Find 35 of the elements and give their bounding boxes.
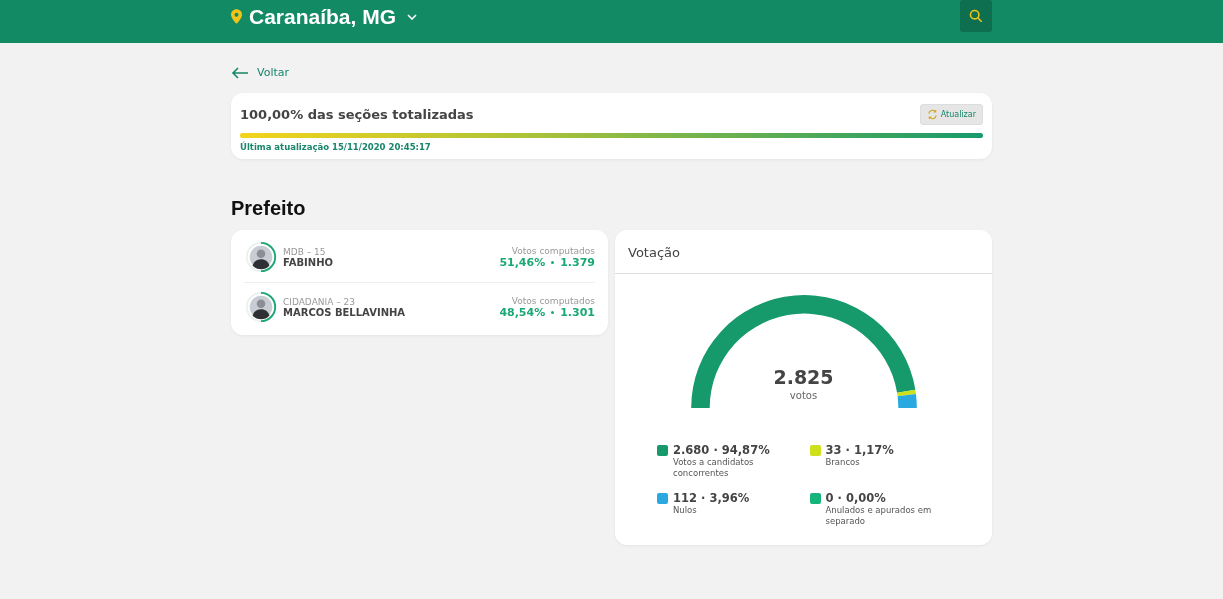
total-votes: 2.825 bbox=[773, 366, 834, 388]
search-button[interactable] bbox=[960, 0, 992, 32]
legend-label: Votos a candidatos concorrentes bbox=[673, 457, 755, 480]
party-number: MDB – 15 bbox=[283, 246, 327, 257]
search-icon bbox=[969, 8, 983, 23]
section-title: Prefeito bbox=[231, 197, 307, 220]
legend-value: 0 · 0,00% bbox=[825, 491, 887, 506]
avatar-drawing bbox=[244, 240, 278, 274]
candidate-name: FABINHO bbox=[283, 256, 334, 268]
vote-count: 1.379 bbox=[560, 255, 595, 269]
votes-label: Votos computados bbox=[511, 245, 595, 256]
avatar-drawing bbox=[244, 290, 278, 324]
legend-value: 112 · 3,96% bbox=[673, 491, 751, 506]
chevron-down-icon[interactable] bbox=[407, 13, 418, 20]
last-update-text: Última atualização 15/11/2020 20:45:17 bbox=[240, 142, 432, 152]
arrow-left-icon bbox=[231, 66, 249, 79]
back-link[interactable]: Voltar bbox=[231, 66, 290, 79]
legend-label: Nulos bbox=[673, 505, 698, 517]
legend-label: Anulados e apurados em separado bbox=[825, 505, 933, 528]
candidate-name: MARCOS BELLAVINHA bbox=[283, 306, 407, 318]
city-title[interactable]: Caranaíba, MG bbox=[249, 4, 397, 29]
refresh-button[interactable]: Atualizar bbox=[919, 104, 983, 125]
refresh-icon bbox=[926, 109, 938, 120]
legend-label: Brancos bbox=[825, 457, 861, 469]
card-title: Votação bbox=[628, 245, 680, 260]
location-pin-icon bbox=[231, 9, 242, 24]
progress-title: 100,00% das seções totalizadas bbox=[240, 107, 474, 122]
vote-count: 1.301 bbox=[560, 305, 595, 319]
total-label: votos bbox=[789, 390, 818, 401]
vote-percent: 48,54% bbox=[499, 305, 546, 319]
votes-label: Votos computados bbox=[511, 295, 595, 306]
legend-value: 33 · 1,17% bbox=[825, 443, 895, 457]
party-number: CIDADANIA – 23 bbox=[283, 296, 356, 307]
legend-value: 2.680 · 94,87% bbox=[673, 443, 771, 457]
vote-percent: 51,46% bbox=[499, 255, 546, 269]
